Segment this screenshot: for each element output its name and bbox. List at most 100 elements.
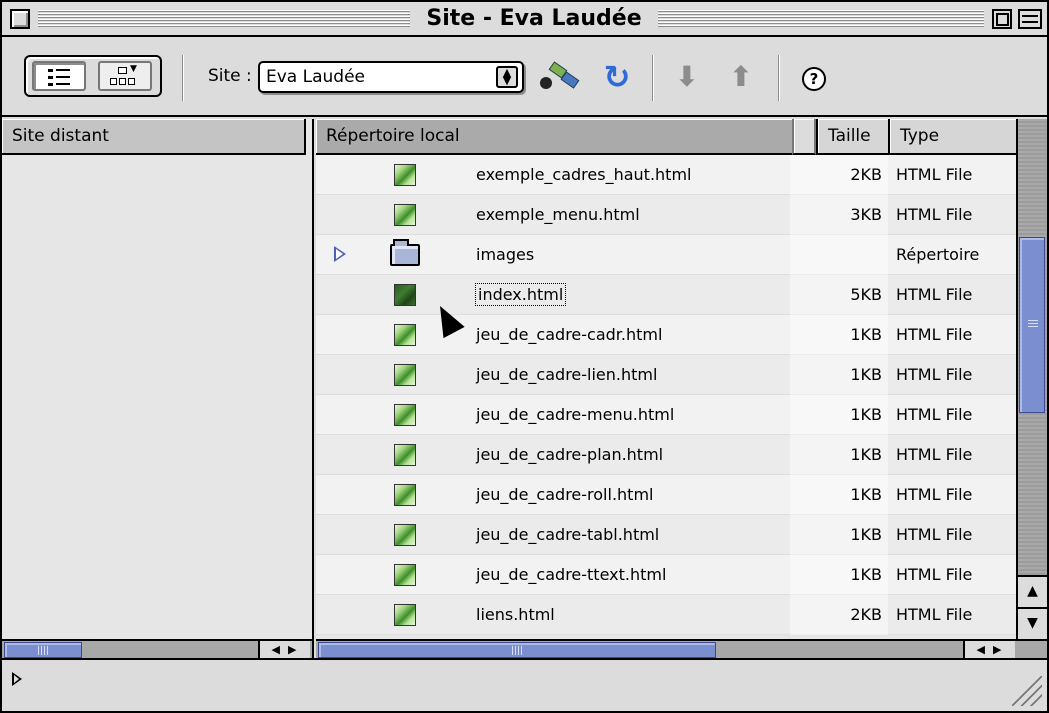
file-type: HTML File — [896, 205, 973, 224]
down-arrow-icon: ⬇ — [675, 60, 699, 93]
remote-site-header[interactable]: Site distant — [2, 119, 306, 155]
column-resize-grip[interactable] — [792, 119, 816, 155]
title-stripes-right — [658, 10, 984, 28]
file-type: Répertoire — [896, 245, 980, 264]
close-box-button[interactable] — [10, 9, 30, 29]
file-size: 1KB — [850, 565, 882, 584]
local-vertical-scrollbar[interactable]: ▲ ▼ — [1016, 119, 1047, 639]
refresh-icon: ↻ — [603, 58, 631, 96]
local-scroll-thumb[interactable] — [318, 642, 716, 658]
disclosure-triangle-icon[interactable] — [334, 246, 346, 262]
folder-icon — [390, 239, 420, 266]
file-size: 1KB — [850, 485, 882, 504]
site-window: Site - Eva Laudée ▼ Site : Eva Laudée ▲ … — [0, 0, 1049, 713]
file-row[interactable]: liens.html 2KB HTML File — [316, 595, 1016, 635]
file-type: HTML File — [896, 565, 973, 584]
list-view-icon — [48, 68, 70, 86]
expand-triangle-icon[interactable] — [12, 672, 22, 686]
connect-icon — [540, 77, 552, 89]
window-title: Site - Eva Laudée — [410, 5, 658, 33]
file-size: 2KB — [850, 165, 882, 184]
file-name: jeu_de_cadre-menu.html — [476, 405, 675, 424]
scroll-right-icon[interactable]: ▶ — [288, 643, 304, 656]
collapse-box-button[interactable] — [1018, 9, 1042, 29]
title-bar[interactable]: Site - Eva Laudée — [2, 2, 1047, 37]
status-bar — [2, 658, 1047, 711]
site-select-value: Eva Laudée — [266, 67, 365, 87]
local-horizontal-scrollbar[interactable]: ◀▶ — [316, 639, 1047, 658]
local-folder-header[interactable]: Répertoire local — [316, 119, 792, 155]
remote-scroll-arrows[interactable]: ◀▶ — [258, 641, 310, 658]
file-row[interactable]: jeu_de_cadre-roll.html 1KB HTML File — [316, 475, 1016, 515]
scroll-left-icon[interactable]: ◀ — [272, 643, 288, 656]
scroll-down-icon: ▼ — [1027, 615, 1038, 631]
file-type: HTML File — [896, 605, 973, 624]
scroll-down-button[interactable]: ▼ — [1018, 607, 1047, 639]
file-row[interactable]: jeu_de_cadre-cadr.html 1KB HTML File — [316, 315, 1016, 355]
remote-horizontal-scrollbar[interactable]: ◀▶ — [2, 639, 312, 658]
file-name: jeu_de_cadre-tabl.html — [476, 525, 660, 544]
site-select[interactable]: Eva Laudée ▲ ▼ — [258, 61, 524, 93]
file-size: 5KB — [850, 285, 882, 304]
site-label: Site : — [208, 66, 252, 86]
scroll-up-icon: ▲ — [1027, 583, 1038, 599]
put-files-button[interactable]: ⬆ — [726, 61, 756, 93]
file-name: exemple_cadres_haut.html — [476, 165, 692, 184]
site-map-button[interactable]: ▼ — [98, 61, 152, 91]
up-arrow-icon: ⬆ — [729, 60, 753, 93]
file-row[interactable]: jeu_de_cadre-menu.html 1KB HTML File — [316, 395, 1016, 435]
view-switcher: ▼ — [24, 55, 162, 97]
scroll-up-button[interactable]: ▲ — [1018, 575, 1047, 607]
html-file-icon — [394, 324, 416, 346]
title-stripes-left — [38, 10, 410, 28]
zoom-box-button[interactable] — [992, 9, 1012, 29]
toolbar-separator — [652, 55, 654, 101]
html-file-icon — [394, 564, 416, 586]
file-view-button[interactable] — [32, 61, 86, 91]
connect-button[interactable] — [538, 61, 582, 93]
type-column-header[interactable]: Type — [888, 119, 1016, 155]
html-file-icon — [394, 284, 416, 306]
file-name: index.html — [474, 275, 567, 315]
file-name: images — [476, 245, 535, 264]
file-name: exemple_menu.html — [476, 205, 640, 224]
html-file-icon — [394, 604, 416, 626]
folder-row[interactable]: images Répertoire — [316, 235, 1016, 275]
file-row[interactable]: exemple_cadres_haut.html 2KB HTML File — [316, 155, 1016, 195]
scroll-left-icon[interactable]: ◀ — [977, 643, 993, 656]
html-file-icon — [394, 364, 416, 386]
scroll-thumb[interactable] — [1019, 237, 1045, 413]
select-arrows-icon: ▲ ▼ — [496, 66, 518, 88]
file-row[interactable]: exemple_menu.html 3KB HTML File — [316, 195, 1016, 235]
file-name: jeu_de_cadre-lien.html — [476, 365, 658, 384]
get-files-button[interactable]: ⬇ — [672, 61, 702, 93]
file-name: jeu_de_cadre-cadr.html — [476, 325, 663, 344]
toolbar-separator — [182, 55, 184, 101]
file-list: exemple_cadres_haut.html 2KB HTML File e… — [316, 155, 1016, 639]
dropdown-caret-icon: ▼ — [130, 64, 137, 74]
local-scroll-arrows[interactable]: ◀▶ — [963, 641, 1015, 658]
html-file-icon — [394, 164, 416, 186]
refresh-button[interactable]: ↻ — [600, 61, 634, 93]
file-row[interactable]: jeu_de_cadre-plan.html 1KB HTML File — [316, 435, 1016, 475]
scroll-right-icon[interactable]: ▶ — [993, 643, 1009, 656]
toolbar: ▼ Site : Eva Laudée ▲ ▼ ↻ ⬇ ⬆ ? — [2, 39, 1047, 117]
file-name: jeu_de_cadre-plan.html — [476, 445, 664, 464]
remote-scroll-thumb[interactable] — [4, 642, 82, 658]
local-folder-pane: Répertoire local Taille Type exemple_cad… — [316, 119, 1047, 658]
file-row[interactable]: jeu_de_cadre-lien.html 1KB HTML File — [316, 355, 1016, 395]
file-size: 1KB — [850, 365, 882, 384]
file-type: HTML File — [896, 445, 973, 464]
size-column-header[interactable]: Taille — [816, 119, 888, 155]
resize-grip-icon[interactable] — [1012, 676, 1042, 706]
file-row[interactable]: jeu_de_cadre-tabl.html 1KB HTML File — [316, 515, 1016, 555]
file-row-selected[interactable]: index.html 5KB HTML File — [316, 275, 1016, 315]
file-size: 1KB — [850, 525, 882, 544]
help-button[interactable]: ? — [802, 67, 826, 91]
file-name: jeu_de_cadre-roll.html — [476, 485, 654, 504]
file-type: HTML File — [896, 525, 973, 544]
question-mark-icon: ? — [809, 70, 819, 88]
file-row[interactable]: jeu_de_cadre-ttext.html 1KB HTML File — [316, 555, 1016, 595]
file-size: 1KB — [850, 325, 882, 344]
file-name: liens.html — [476, 605, 555, 624]
